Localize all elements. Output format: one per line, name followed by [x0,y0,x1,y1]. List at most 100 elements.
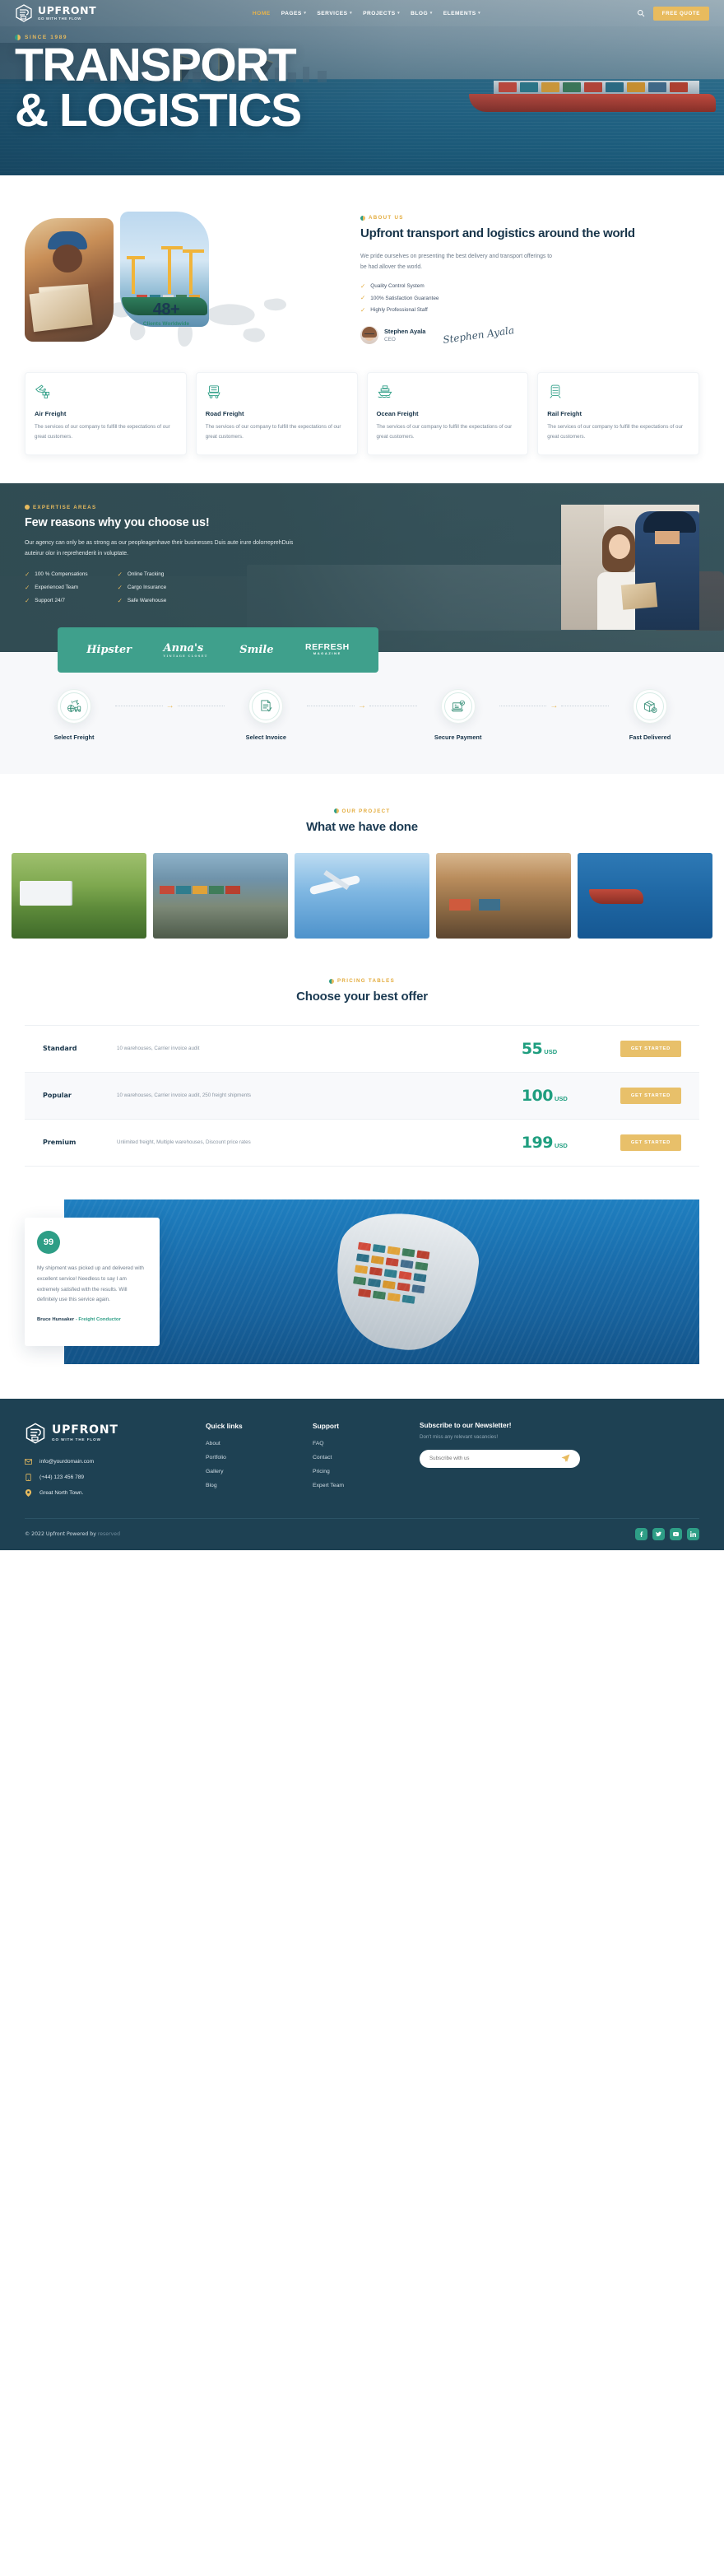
nav-item-home[interactable]: HOME [253,11,271,16]
footer-link-contact[interactable]: Contact [313,1455,420,1460]
projects-eyebrow-label: OUR PROJECT [341,808,391,814]
expertise-checklists: ✓ 100 % Compensations ✓ Experienced Team… [25,571,403,604]
fast-delivery-box-icon [643,700,657,713]
footer-contact-email[interactable]: info@yourdomain.com [25,1458,206,1465]
container [370,1255,384,1265]
newsletter-subtitle: Don't miss any relevant vacancies! [420,1433,499,1440]
project-port-crane[interactable] [436,853,571,939]
project-air-cargo[interactable] [295,853,429,939]
chevron-down-icon: ▾ [304,11,307,16]
nav-item-blog[interactable]: BLOG ▾ [411,11,433,16]
hero-content: SINCE 1989 TRANSPORT & LOGISTICS [15,35,302,134]
eyebrow-dot-icon [25,505,30,510]
arrow-right-icon: → [165,701,174,710]
container [225,886,240,895]
arrow-right-icon: → [550,701,559,710]
plan-price: 55 USD [522,1040,620,1058]
eyebrow-dot-icon [329,978,334,984]
chevron-down-icon: ▾ [397,11,401,16]
pricing-section: PRICING TABLES Choose your best offer St… [0,939,724,1167]
free-quote-button[interactable]: FREE QUOTE [652,6,709,21]
process-step-label: Select Invoice [245,733,286,741]
social-youtube[interactable] [670,1527,682,1540]
get-started-button[interactable]: GET STARTED [620,1040,681,1057]
footer-link-gallery[interactable]: Gallery [206,1469,313,1474]
nav-right: FREE QUOTE [637,6,709,21]
social-linkedin[interactable] [687,1527,699,1540]
footer-link-about[interactable]: About [206,1441,313,1446]
about-check-item: ✓ Highly Professional Staff [360,307,699,314]
check-icon: ✓ [25,597,30,605]
nav-item-projects[interactable]: PROJECTS ▾ [363,11,400,16]
container [411,1283,425,1293]
client-logo-refresh[interactable]: REFRESH MAGAZINE [305,643,350,655]
search-icon[interactable] [637,9,645,17]
expertise-eyebrow: EXPERTISE AREAS [25,505,403,510]
social-facebook[interactable] [635,1527,647,1540]
footer-link-faq[interactable]: FAQ [313,1441,420,1446]
newsletter-email-input[interactable] [429,1456,561,1462]
process-steps: Select Freight → Select Invoice → Secure… [0,688,724,741]
process-step-fast-delivered[interactable]: Fast Delivered [609,688,691,741]
nav-item-pages[interactable]: PAGES ▾ [281,11,307,16]
service-description: The services of our company to fulfill t… [376,424,513,440]
footer-support-column: Support FAQ Contact Pricing Expert Team [313,1422,420,1497]
client-logo-hipster[interactable]: Hipster [86,644,132,656]
service-card-road-freight[interactable]: Road Freight The services of our company… [195,372,358,455]
process-connector: → [115,689,225,724]
crane-arm [161,246,183,249]
brand-logo[interactable]: UPFRONT GO WITH THE FLOW [15,3,96,23]
footer-logo[interactable]: UPFRONT GO WITH THE FLOW [25,1422,206,1445]
about-section: 48+ Clients Worldwide ABOUT US Upfront t… [0,175,724,347]
about-check-label: Highly Professional Staff [370,307,428,314]
step-circle [440,688,476,724]
footer-contact-address[interactable]: Great North Town. [25,1488,206,1497]
about-eyebrow: ABOUT US [360,215,699,221]
expertise-check-item: ✓ Support 24/7 [25,597,88,604]
nav-item-services[interactable]: SERVICES ▾ [317,11,352,16]
expertise-check-item: ✓ Experienced Team [25,584,88,591]
footer-brand-tagline: GO WITH THE FLOW [52,1437,101,1442]
paper-plane-send-icon[interactable] [561,1454,570,1463]
container [401,1294,415,1304]
service-card-ocean-freight[interactable]: Ocean Freight The services of our compan… [366,372,529,455]
process-step-secure-payment[interactable]: Secure Payment [417,688,499,741]
avatar [360,326,378,345]
projects-section: OUR PROJECT What we have done [0,774,724,939]
project-truck-fleet[interactable] [12,853,146,939]
get-started-button[interactable]: GET STARTED [620,1134,681,1151]
footer-link-portfolio[interactable]: Portfolio [206,1455,313,1460]
project-rail-container[interactable] [153,853,288,939]
testimonial-author: Bruce Hunsaker - Freight Conductor [37,1317,147,1322]
get-started-button[interactable]: GET STARTED [620,1087,681,1104]
youtube-icon [673,1531,679,1536]
expertise-check-item: ✓ Safe Warehouse [118,597,167,604]
ceo-role: CEO [384,337,396,343]
expertise-description: Our agency can only be as strong as our … [25,539,294,557]
service-description: The services of our company to fulfill t… [205,424,341,440]
projects-heading: OUR PROJECT What we have done [0,808,724,836]
project-container-ship[interactable] [578,853,712,939]
nav-item-elements[interactable]: ELEMENTS ▾ [443,11,480,16]
testimonial-author-name: Bruce Hunsaker [37,1317,75,1323]
pricing-eyebrow-label: PRICING TABLES [337,978,395,985]
container [413,1273,427,1283]
footer-link-blog[interactable]: Blog [206,1483,313,1488]
testimonial-author-role: - Freight Conductor [75,1317,121,1323]
footer-link-expert-team[interactable]: Expert Team [313,1483,420,1488]
service-title: Air Freight [35,410,67,417]
client-logo-annas[interactable]: Anna's VINTAGE CLOSET [164,642,208,658]
process-step-select-invoice[interactable]: Select Invoice [225,688,307,741]
social-twitter[interactable] [652,1527,665,1540]
footer-link-pricing[interactable]: Pricing [313,1469,420,1474]
process-step-select-freight[interactable]: Select Freight [33,688,115,741]
footer-contact-phone[interactable]: (+44) 123 456 789 [25,1473,206,1481]
customer-face [609,533,630,559]
check-icon: ✓ [25,571,30,579]
service-card-rail-freight[interactable]: Rail Freight The services of our company… [537,372,699,455]
road-freight-truck-icon [207,385,220,398]
service-card-air-freight[interactable]: Air Freight The services of our company … [25,372,187,455]
counter-number: 48+ [152,300,180,319]
client-logo-smile[interactable]: Smile [239,644,273,656]
plan-currency: USD [555,1141,568,1149]
